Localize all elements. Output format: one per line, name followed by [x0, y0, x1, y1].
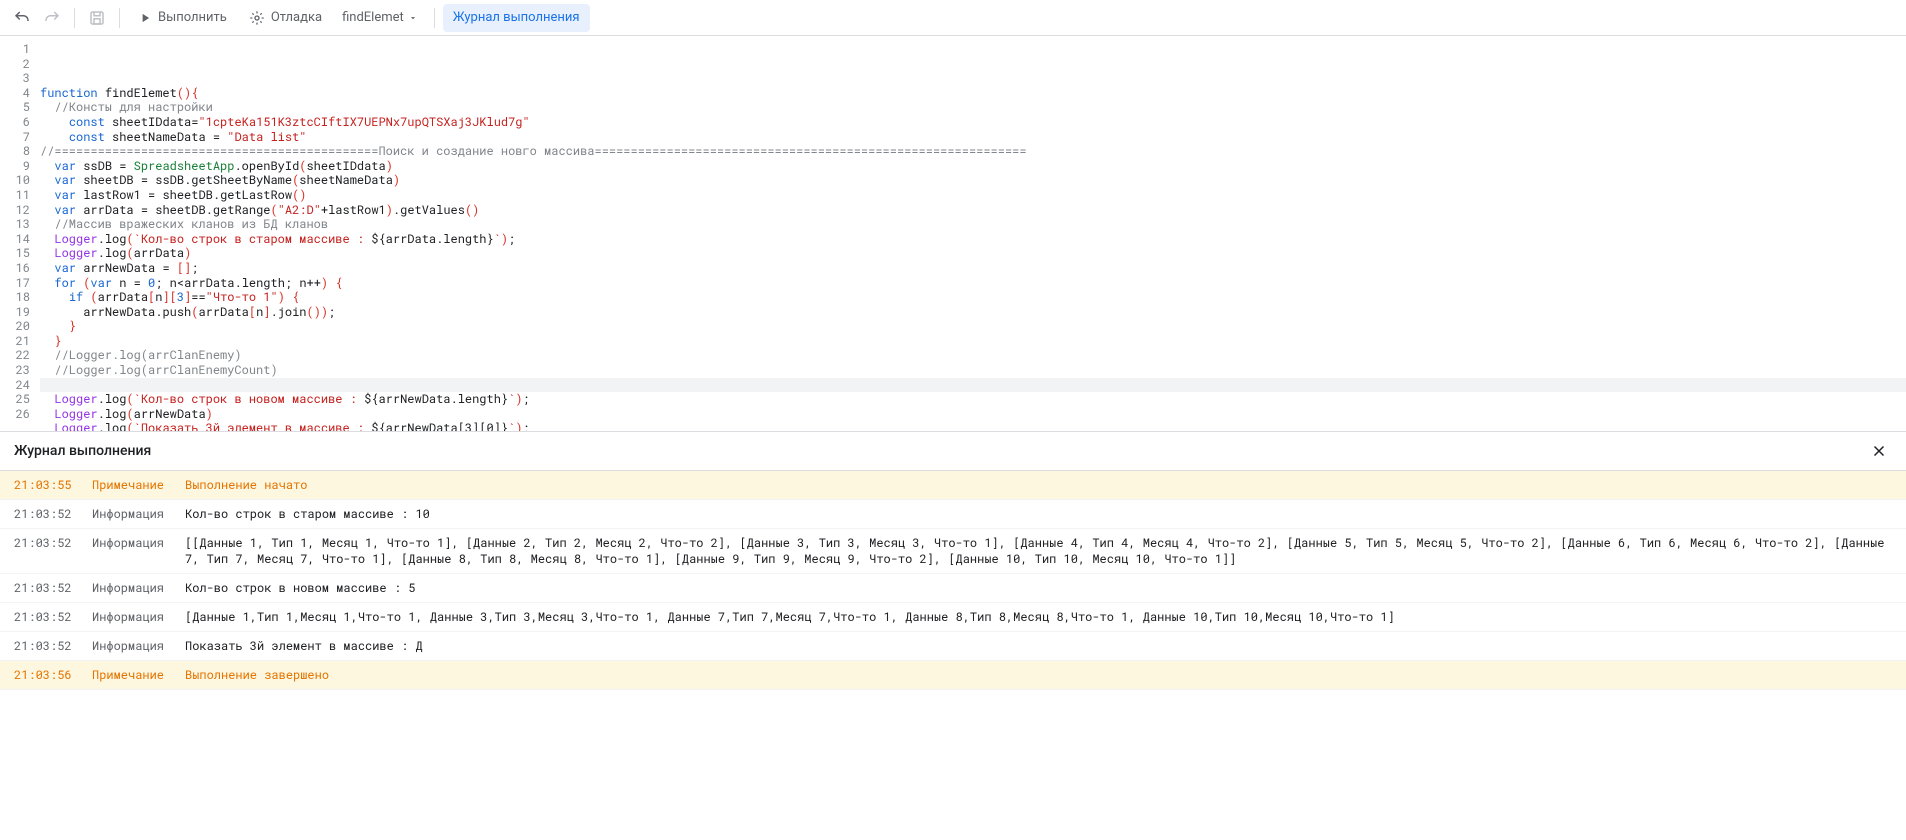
code-line[interactable]: var arrData = sheetDB.getRange("A2:D"+la…: [40, 203, 1906, 218]
log-time: 21:03:52: [14, 580, 74, 596]
debug-button[interactable]: Отладка: [239, 4, 332, 32]
run-button[interactable]: Выполнить: [128, 4, 237, 32]
log-message: Кол-во строк в старом массиве : 10: [185, 506, 1892, 522]
code-line[interactable]: var ssDB = SpreadsheetApp.openById(sheet…: [40, 159, 1906, 174]
code-line[interactable]: Logger.log(arrNewData): [40, 407, 1906, 422]
code-line[interactable]: }: [40, 319, 1906, 334]
play-icon: [138, 11, 152, 25]
log-title: Журнал выполнения: [14, 443, 151, 459]
log-row: 21:03:52 Информация Кол-во строк в новом м…: [0, 574, 1906, 603]
code-line[interactable]: var sheetDB = ssDB.getSheetByName(sheetN…: [40, 173, 1906, 188]
code-line[interactable]: var lastRow1 = sheetDB.getLastRow(): [40, 188, 1906, 203]
log-row: 21:03:52 Информация [[Данные 1, Тип 1, Мес…: [0, 529, 1906, 574]
save-icon: [88, 9, 106, 27]
log-level: Информация: [92, 638, 167, 654]
log-panel-header: Журнал выполнения: [0, 431, 1906, 471]
code-line[interactable]: var arrNewData = [];: [40, 261, 1906, 276]
log-row: 21:03:52 Информация Кол-во строк в старом …: [0, 500, 1906, 529]
log-panel-body[interactable]: 21:03:55ПримечаниеВыполнение начато21:03…: [0, 471, 1906, 840]
code-line[interactable]: if (arrData[n][3]=="Что-то 1") {: [40, 290, 1906, 305]
code-line[interactable]: function findElemet(){: [40, 86, 1906, 101]
code-line[interactable]: //Массив вражеских кланов из БД кланов: [40, 217, 1906, 232]
save-button[interactable]: [83, 4, 111, 32]
log-time: 21:03:52: [14, 535, 74, 551]
code-line[interactable]: //======================================…: [40, 144, 1906, 159]
log-time: 21:03:52: [14, 638, 74, 654]
undo-icon: [13, 9, 31, 27]
code-line[interactable]: //Logger.log(arrClanEnemy): [40, 348, 1906, 363]
log-level: Примечание: [92, 477, 167, 493]
log-message: [[Данные 1, Тип 1, Месяц 1, Что-то 1], […: [185, 535, 1892, 567]
log-time: 21:03:52: [14, 609, 74, 625]
log-row: 21:03:56 Примечание Выполнение завершено: [0, 661, 1906, 690]
log-time: 21:03:52: [14, 506, 74, 522]
close-log-button[interactable]: [1866, 438, 1892, 464]
run-label: Выполнить: [158, 10, 227, 25]
debug-label: Отладка: [271, 10, 322, 25]
log-level: Примечание: [92, 667, 167, 683]
code-line[interactable]: Logger.log(`Кол-во строк в новом массиве…: [40, 392, 1906, 407]
log-message: [Данные 1,Тип 1,Месяц 1,Что-то 1, Данные…: [185, 609, 1892, 625]
function-select[interactable]: findElemet: [334, 4, 426, 32]
toolbar: Выполнить Отладка findElemet Журнал выпо…: [0, 0, 1906, 36]
chevron-down-icon: [408, 13, 418, 23]
undo-button[interactable]: [8, 4, 36, 32]
log-row: 21:03:52 Информация [Данные 1,Тип 1,Месяц …: [0, 603, 1906, 632]
function-select-label: findElemet: [342, 10, 404, 25]
code-line[interactable]: [40, 378, 1906, 393]
log-message: Выполнение завершено: [185, 667, 1892, 683]
close-icon: [1870, 442, 1888, 460]
line-gutter: 1234567891011121314151617181920212223242…: [0, 36, 40, 431]
log-level: Информация: [92, 506, 167, 522]
log-message: Кол-во строк в новом массиве : 5: [185, 580, 1892, 596]
log-time: 21:03:56: [14, 667, 74, 683]
log-row: 21:03:55 Примечание Выполнение начато: [0, 471, 1906, 500]
code-line[interactable]: for (var n = 0; n<arrData.length; n++) {: [40, 276, 1906, 291]
log-message: Показать 3й элемент в массиве : Д: [185, 638, 1892, 654]
log-time: 21:03:55: [14, 477, 74, 493]
code-line[interactable]: //Консты для настройки: [40, 100, 1906, 115]
separator: [74, 8, 75, 28]
log-row: 21:03:52 Информация Показать 3й элемент в …: [0, 632, 1906, 661]
log-level: Информация: [92, 535, 167, 551]
redo-button[interactable]: [38, 4, 66, 32]
log-level: Информация: [92, 580, 167, 596]
code-area[interactable]: function findElemet(){ //Консты для наст…: [40, 36, 1906, 431]
redo-icon: [43, 9, 61, 27]
code-line[interactable]: Logger.log(`Кол-во строк в старом массив…: [40, 232, 1906, 247]
code-line[interactable]: //Logger.log(arrClanEnemyCount): [40, 363, 1906, 378]
code-line[interactable]: Logger.log(`Показать 3й элемент в массив…: [40, 421, 1906, 431]
code-editor[interactable]: 1234567891011121314151617181920212223242…: [0, 36, 1906, 431]
execution-log-label: Журнал выполнения: [453, 10, 580, 25]
code-line[interactable]: }: [40, 334, 1906, 349]
log-message: Выполнение начато: [185, 477, 1892, 493]
execution-log-button[interactable]: Журнал выполнения: [443, 4, 590, 32]
separator: [119, 8, 120, 28]
code-line[interactable]: const sheetNameData = "Data list": [40, 130, 1906, 145]
code-line[interactable]: Logger.log(arrData): [40, 246, 1906, 261]
debug-icon: [249, 10, 265, 26]
code-line[interactable]: arrNewData.push(arrData[n].join());: [40, 305, 1906, 320]
code-line[interactable]: const sheetIDdata="1cpteKa151K3ztcCIftIX…: [40, 115, 1906, 130]
separator: [434, 8, 435, 28]
log-level: Информация: [92, 609, 167, 625]
